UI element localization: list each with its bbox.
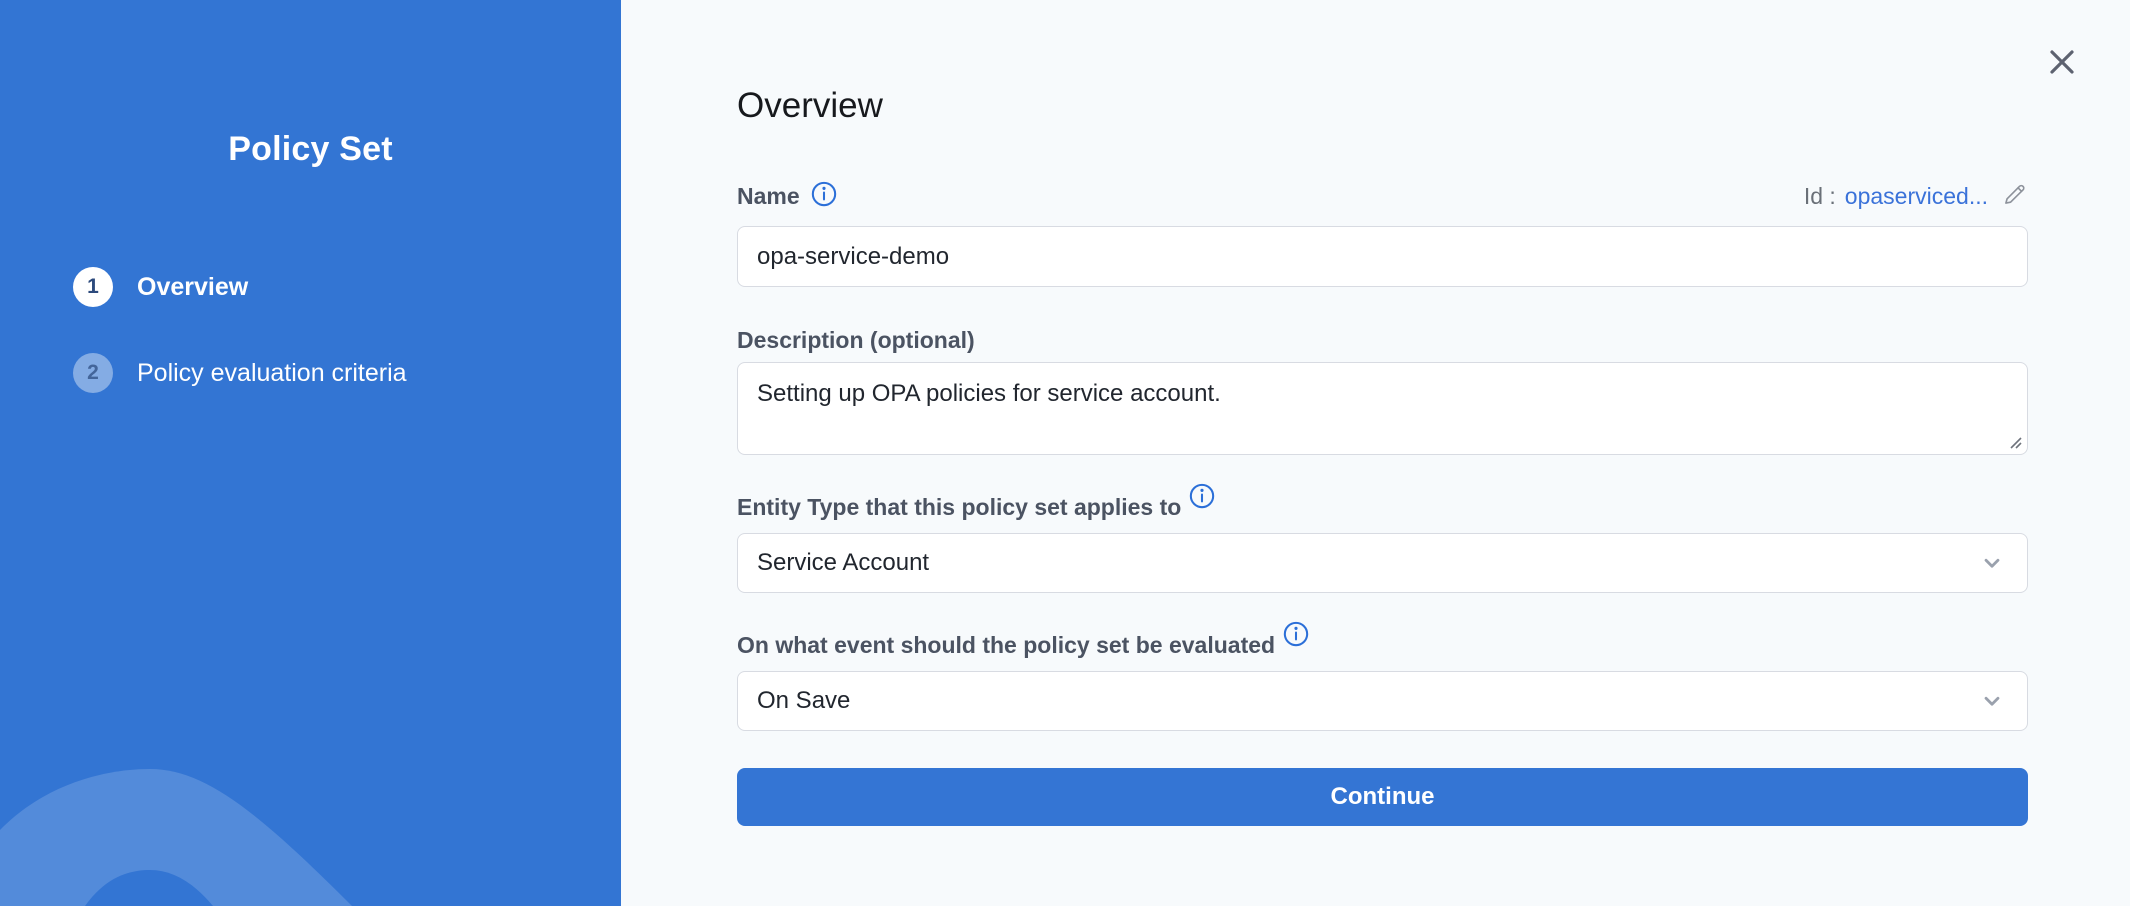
step-label: Overview — [137, 273, 248, 302]
entity-type-label: Entity Type that this policy set applies… — [737, 492, 1181, 522]
info-icon[interactable] — [1189, 483, 1215, 514]
chevron-down-icon — [1979, 688, 2005, 714]
policy-set-wizard-modal: Policy Set 1 Overview 2 Policy evaluatio… — [0, 0, 2130, 906]
id-display: Id : opaserviced... — [1804, 181, 2028, 212]
name-label: Name — [737, 181, 800, 211]
page-title: Overview — [737, 84, 2028, 128]
description-text: Setting up OPA policies for service acco… — [757, 380, 1221, 407]
description-label: Description (optional) — [737, 325, 975, 355]
step-label: Policy evaluation criteria — [137, 359, 407, 388]
id-prefix: Id : — [1804, 183, 1836, 210]
edit-id-pencil-icon[interactable] — [2002, 181, 2028, 212]
event-select[interactable]: On Save — [737, 671, 2028, 731]
step-number-badge: 1 — [73, 267, 113, 307]
close-icon — [2047, 47, 2077, 77]
close-button[interactable] — [2044, 44, 2080, 80]
description-label-row: Description (optional) — [737, 325, 2028, 355]
sidebar-step-policy-evaluation-criteria[interactable]: 2 Policy evaluation criteria — [73, 353, 407, 393]
step-number-badge: 2 — [73, 353, 113, 393]
sidebar-step-overview[interactable]: 1 Overview — [73, 267, 248, 307]
info-icon[interactable] — [1283, 621, 1309, 652]
resize-handle[interactable] — [2008, 435, 2022, 449]
name-label-group: Name — [737, 181, 837, 212]
wizard-sidebar: Policy Set 1 Overview 2 Policy evaluatio… — [0, 0, 621, 906]
info-icon[interactable] — [811, 181, 837, 212]
name-input[interactable] — [737, 226, 2028, 287]
wizard-title: Policy Set — [0, 130, 621, 169]
event-label-row: On what event should the policy set be e… — [737, 630, 2028, 660]
event-label: On what event should the policy set be e… — [737, 630, 1275, 660]
overview-step-panel: Overview Name Id : opaserviced... — [621, 0, 2130, 906]
entity-type-select[interactable]: Service Account — [737, 533, 2028, 593]
id-value-link[interactable]: opaserviced... — [1845, 183, 1988, 210]
description-textarea[interactable]: Setting up OPA policies for service acco… — [737, 362, 2028, 455]
chevron-down-icon — [1979, 550, 2005, 576]
entity-type-label-row: Entity Type that this policy set applies… — [737, 492, 2028, 522]
entity-type-selected-value: Service Account — [757, 549, 929, 577]
wave-decoration — [0, 736, 621, 906]
event-selected-value: On Save — [757, 687, 850, 715]
continue-button[interactable]: Continue — [737, 768, 2028, 826]
overview-form: Overview Name Id : opaserviced... — [737, 0, 2028, 826]
name-label-row: Name Id : opaserviced... — [737, 180, 2028, 212]
